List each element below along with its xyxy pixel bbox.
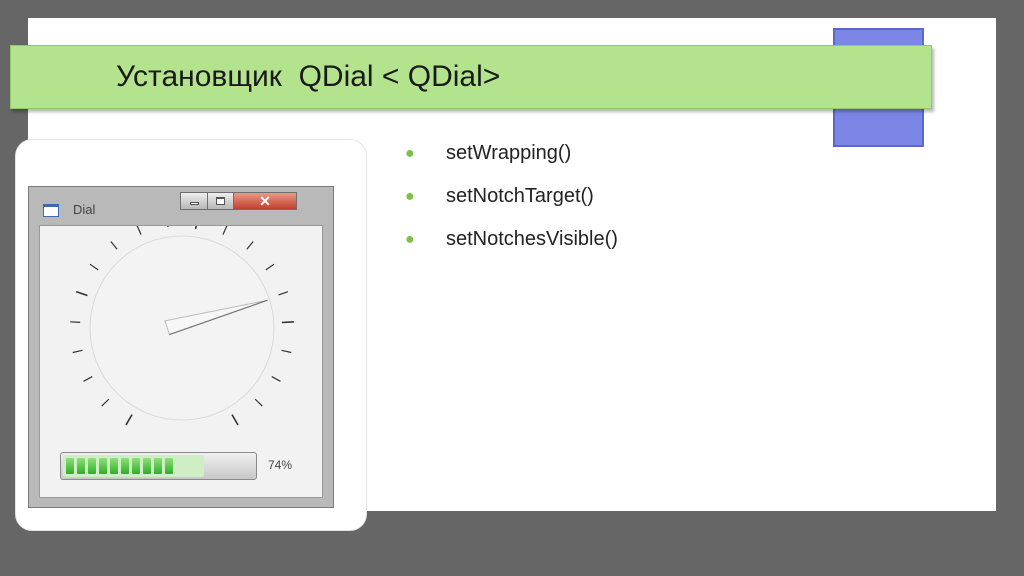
title-banner: Установщик QDial < QDial> [10, 45, 932, 109]
bullet-icon: ● [405, 188, 415, 205]
window-title: Dial [73, 202, 96, 217]
minimize-button[interactable] [180, 192, 208, 210]
close-icon: ✕ [259, 193, 271, 209]
dial-notch [89, 263, 99, 271]
progress-segment [154, 458, 162, 474]
progress-segment [77, 458, 85, 474]
progress-segment [165, 458, 173, 474]
progress-percentage: 74% [268, 458, 293, 472]
dial-notch [72, 349, 83, 354]
method-label: setNotchesVisible() [446, 228, 618, 250]
method-list: ● setWrapping() ● setNotchTarget() ● set… [405, 132, 618, 261]
progress-segment [132, 458, 140, 474]
dial-notch [278, 291, 289, 296]
dial-notch [265, 263, 275, 271]
dial-notch [231, 414, 239, 426]
method-item: ● setWrapping() [405, 132, 618, 175]
progress-segment [88, 458, 96, 474]
minimize-icon [190, 202, 199, 205]
progress-segment [99, 458, 107, 474]
dial-notch [246, 241, 254, 250]
dial-notch [75, 290, 88, 297]
progress-segment [66, 458, 74, 474]
dial-notch [70, 321, 81, 323]
dial-notch [83, 376, 93, 382]
dial-notch [125, 414, 133, 426]
dial-notch [281, 321, 294, 324]
bullet-icon: ● [405, 145, 415, 162]
maximize-icon [216, 197, 225, 205]
dial-notch [194, 226, 197, 230]
progress-fill [63, 455, 205, 477]
progress-bar [60, 452, 257, 480]
slide-title: Установщик QDial < QDial> [116, 60, 501, 93]
progress-segment [110, 458, 118, 474]
dial-notch [101, 398, 110, 407]
close-button[interactable]: ✕ [234, 192, 297, 210]
dial-widget[interactable] [40, 226, 322, 426]
progress-segment [121, 458, 129, 474]
window-controls: ✕ [180, 192, 297, 210]
method-label: setWrapping() [446, 142, 572, 164]
maximize-button[interactable] [208, 192, 234, 210]
method-label: setNotchTarget() [446, 185, 594, 207]
dial-notch [281, 349, 292, 354]
bullet-icon: ● [405, 231, 415, 248]
dial-notch [271, 376, 281, 382]
window-client-area: 74% [39, 225, 323, 498]
dial-window: Dial ✕ 74% [28, 186, 334, 508]
dial-notch [222, 226, 228, 235]
window-titlebar[interactable]: Dial ✕ [29, 187, 333, 225]
dial-notch [110, 241, 118, 250]
window-icon [43, 204, 59, 217]
method-item: ● setNotchesVisible() [405, 218, 618, 261]
dial-notch [167, 226, 169, 228]
progress-segment [143, 458, 151, 474]
method-item: ● setNotchTarget() [405, 175, 618, 218]
dial-notch [136, 226, 142, 235]
dial-notch [254, 398, 263, 407]
